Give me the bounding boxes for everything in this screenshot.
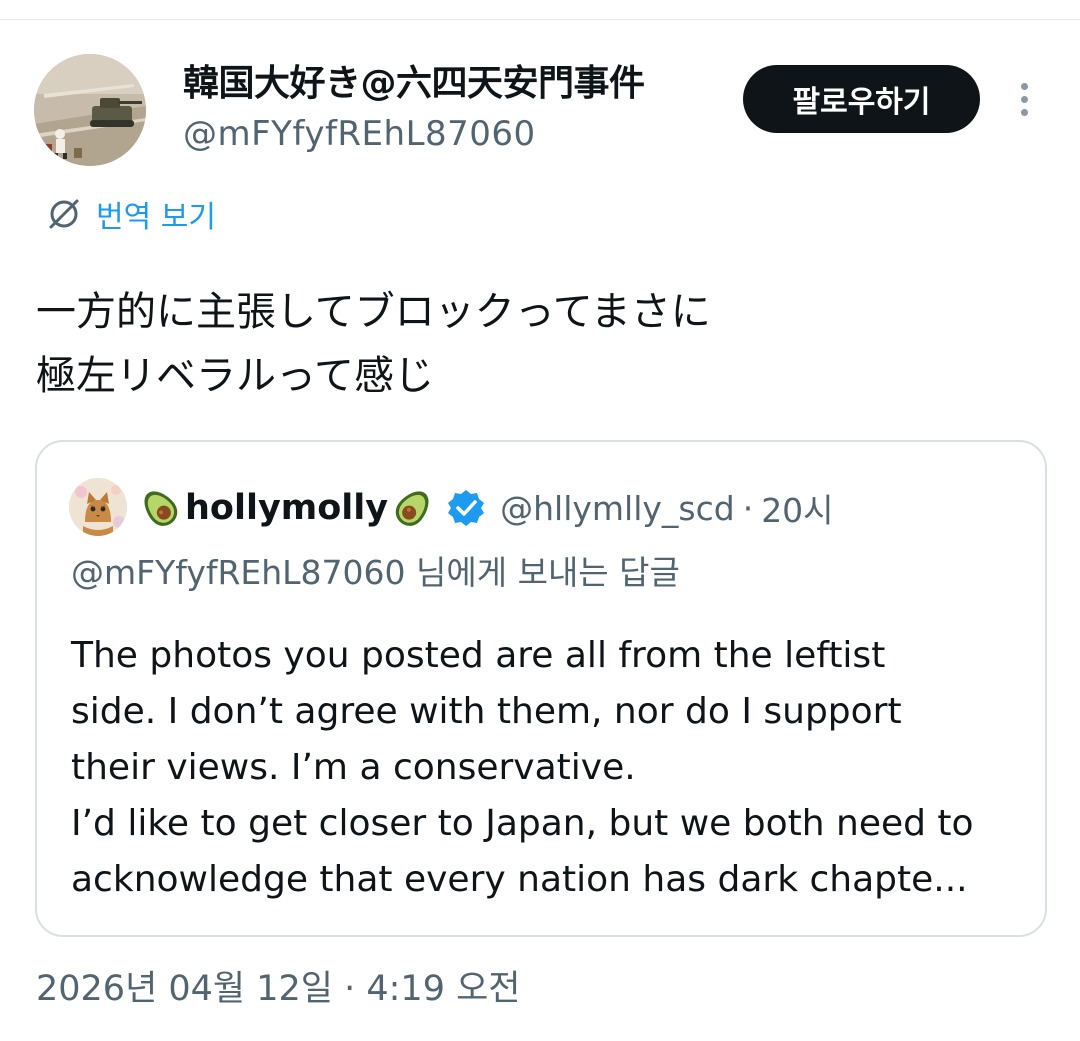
follow-button[interactable]: 팔로우하기 bbox=[743, 65, 980, 133]
quoted-tweet[interactable]: hollymolly @hllymlly_scd · 20시 @mFYfyfRE… bbox=[35, 440, 1047, 937]
divider bbox=[0, 19, 1080, 20]
avatar-image bbox=[69, 478, 127, 536]
author-avatar[interactable] bbox=[34, 54, 146, 166]
quoted-text: The photos you posted are all from the l… bbox=[71, 628, 1021, 908]
quoted-header: hollymolly @hllymlly_scd · 20시 bbox=[137, 480, 834, 536]
translate-icon bbox=[49, 199, 79, 229]
tweet-timestamp[interactable]: 2026년 04월 12일 · 4:19 오전 bbox=[36, 960, 521, 1011]
quoted-text-line: The photos you posted are all from the l… bbox=[71, 635, 886, 676]
tweet-detail: 韓国大好き@六四天安門事件 @mFYfyfREhL87060 팔로우하기 번역 … bbox=[0, 0, 1080, 1041]
more-dot bbox=[1020, 108, 1028, 116]
more-icon[interactable] bbox=[1004, 76, 1044, 122]
reply-context: @mFYfyfREhL87060 님에게 보내는 답글 bbox=[71, 553, 680, 592]
verified-badge-icon bbox=[448, 490, 485, 526]
quoted-text-line: I’d like to get closer to Japan, but we … bbox=[71, 803, 974, 844]
quoted-author-name[interactable]: hollymolly bbox=[185, 488, 388, 528]
more-dot bbox=[1020, 82, 1028, 90]
translate-label: 번역 보기 bbox=[96, 200, 216, 235]
quoted-text-line: acknowledge that every nation has dark c… bbox=[71, 859, 968, 900]
quoted-time[interactable]: 20시 bbox=[761, 484, 833, 532]
avocado-emoji bbox=[395, 491, 429, 526]
translate-link[interactable]: 번역 보기 bbox=[46, 192, 216, 236]
quoted-text-line: side. I don’t agree with them, nor do I … bbox=[71, 691, 902, 732]
quoted-author-avatar[interactable] bbox=[69, 478, 127, 536]
separator-dot: · bbox=[742, 488, 754, 528]
more-dot bbox=[1020, 95, 1028, 103]
author-display-name[interactable]: 韓国大好き@六四天安門事件 bbox=[183, 60, 645, 108]
quoted-text-line: their views. I’m a conservative. bbox=[71, 747, 636, 788]
avatar-image bbox=[34, 54, 146, 166]
author-handle[interactable]: @mFYfyfREhL87060 bbox=[183, 112, 536, 156]
tweet-text: 一方的に主張してブロックってまさに 極左リベラルって感じ bbox=[36, 289, 711, 399]
avocado-emoji bbox=[144, 491, 178, 526]
quoted-author-handle[interactable]: @hllymlly_scd bbox=[500, 489, 735, 528]
